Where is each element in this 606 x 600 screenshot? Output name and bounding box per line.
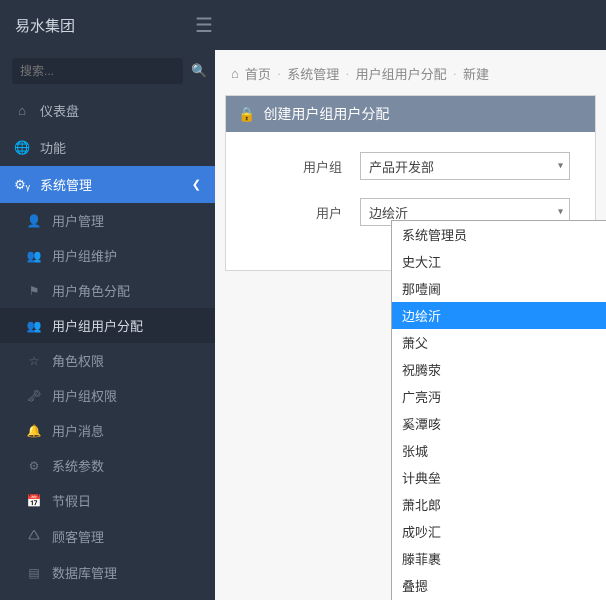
sub-database-management[interactable]: ▤ 数据库管理 [0,555,215,590]
key-icon: 🗝 [26,389,42,403]
group-select-value: 产品开发部 [369,157,434,176]
sub-user-messages[interactable]: 🔔 用户消息 [0,413,215,448]
chevron-down-icon: ▾ [558,161,563,172]
sub-group-user-assign[interactable]: 👥 用户组用户分配 [0,308,215,343]
nav-system-management[interactable]: ⚙ᵧ 系统管理 ❮ [0,166,215,203]
user-option[interactable]: 萧北郎 [392,491,606,518]
sub-group-maintenance-label: 用户组维护 [52,246,117,265]
flag-icon: ⚑ [26,284,42,298]
breadcrumb-sep: · [345,66,349,81]
breadcrumb-home[interactable]: 首页 [245,64,271,83]
sub-role-permission-label: 角色权限 [52,351,104,370]
sub-system-params-label: 系统参数 [52,456,104,475]
search-icon[interactable]: 🔍 [191,63,207,79]
dashboard-icon: ⌂ [14,103,30,118]
lock-icon: 🔒 [238,106,255,123]
sub-user-management-label: 用户管理 [52,211,104,230]
star-icon: ☆ [26,354,42,368]
chevron-left-icon: ❮ [192,178,201,191]
group-select[interactable]: 产品开发部 ▾ [360,152,570,180]
group-assign-icon: 👥 [26,319,42,333]
sub-group-user-assign-label: 用户组用户分配 [52,316,143,335]
user-option[interactable]: 系统管理员 [392,221,606,248]
user-option[interactable]: 滕菲裹 [392,545,606,572]
sub-holiday-label: 节假日 [52,491,91,510]
sub-database-management-label: 数据库管理 [52,563,117,582]
breadcrumb-page[interactable]: 用户组用户分配 [356,64,447,83]
menu-toggle-icon[interactable]: ☰ [195,13,213,38]
main-content: ⌂ 首页 · 系统管理 · 用户组用户分配 · 新建 🔒 创建用户组用户分配 用… [215,50,606,600]
user-select-value: 边绘沂 [369,203,408,222]
calendar-icon: 📅 [26,494,42,508]
panel-title: 创建用户组用户分配 [263,104,389,124]
nav-dashboard[interactable]: ⌂ 仪表盘 [0,92,215,129]
chevron-down-icon: ▾ [558,207,563,218]
globe-icon: 🌐 [14,140,30,156]
users-icon: 👥 [26,249,42,263]
sub-holiday[interactable]: 📅 节假日 [0,483,215,518]
sidebar: 🔍 ⌂ 仪表盘 🌐 功能 ⚙ᵧ 系统管理 ❮ 👤 用户管理 👥 用户 [0,50,215,600]
nav-functions-label: 功能 [40,138,66,157]
sub-profile-maintenance[interactable]: ⓘ 用户个人信息维护 [0,590,215,600]
brand-title: 易水集团 [15,15,195,36]
database-icon: ▤ [26,566,42,580]
sub-customer-management-label: 顾客管理 [52,527,104,546]
search-input[interactable] [12,58,183,84]
breadcrumb-sep: · [277,66,281,81]
sub-role-assign-label: 用户角色分配 [52,281,130,300]
sliders-icon: ⚙ [26,459,42,473]
sub-group-maintenance[interactable]: 👥 用户组维护 [0,238,215,273]
user-option[interactable]: 那噎阃 [392,275,606,302]
user-option[interactable]: 叠摁 [392,572,606,599]
group-label: 用户组 [250,157,360,176]
user-option[interactable]: 奚潭咳 [392,410,606,437]
gears-icon: ⚙ᵧ [14,177,30,193]
user-option[interactable]: 史大江 [392,248,606,275]
user-option[interactable]: 萧父 [392,329,606,356]
nav-system-label: 系统管理 [40,175,92,194]
breadcrumb-new: 新建 [463,64,489,83]
user-label: 用户 [250,203,360,222]
customer-icon: 🛆 [26,526,42,547]
sub-user-messages-label: 用户消息 [52,421,104,440]
user-option[interactable]: 祝腾荥 [392,356,606,383]
bell-icon: 🔔 [26,424,42,438]
sub-group-permission[interactable]: 🗝 用户组权限 [0,378,215,413]
user-option[interactable]: 广亮沔 [392,383,606,410]
user-dropdown[interactable]: 系统管理员史大江那噎阃边绘沂萧父祝腾荥广亮沔奚潭咳张城计典垒萧北郎成吵汇滕菲裹叠… [391,220,606,600]
home-icon[interactable]: ⌂ [231,66,239,81]
nav-dashboard-label: 仪表盘 [40,101,79,120]
sub-role-permission[interactable]: ☆ 角色权限 [0,343,215,378]
user-option[interactable]: 成吵汇 [392,518,606,545]
sub-customer-management[interactable]: 🛆 顾客管理 [0,518,215,555]
nav-functions[interactable]: 🌐 功能 [0,129,215,166]
user-option[interactable]: 张城 [392,437,606,464]
user-icon: 👤 [26,214,42,228]
user-option[interactable]: 计典垒 [392,464,606,491]
breadcrumb: ⌂ 首页 · 系统管理 · 用户组用户分配 · 新建 [215,50,606,95]
sub-system-params[interactable]: ⚙ 系统参数 [0,448,215,483]
breadcrumb-sys[interactable]: 系统管理 [287,64,339,83]
breadcrumb-sep: · [453,66,457,81]
sub-group-permission-label: 用户组权限 [52,386,117,405]
sub-role-assign[interactable]: ⚑ 用户角色分配 [0,273,215,308]
user-option[interactable]: 边绘沂 [392,302,606,329]
sub-user-management[interactable]: 👤 用户管理 [0,203,215,238]
